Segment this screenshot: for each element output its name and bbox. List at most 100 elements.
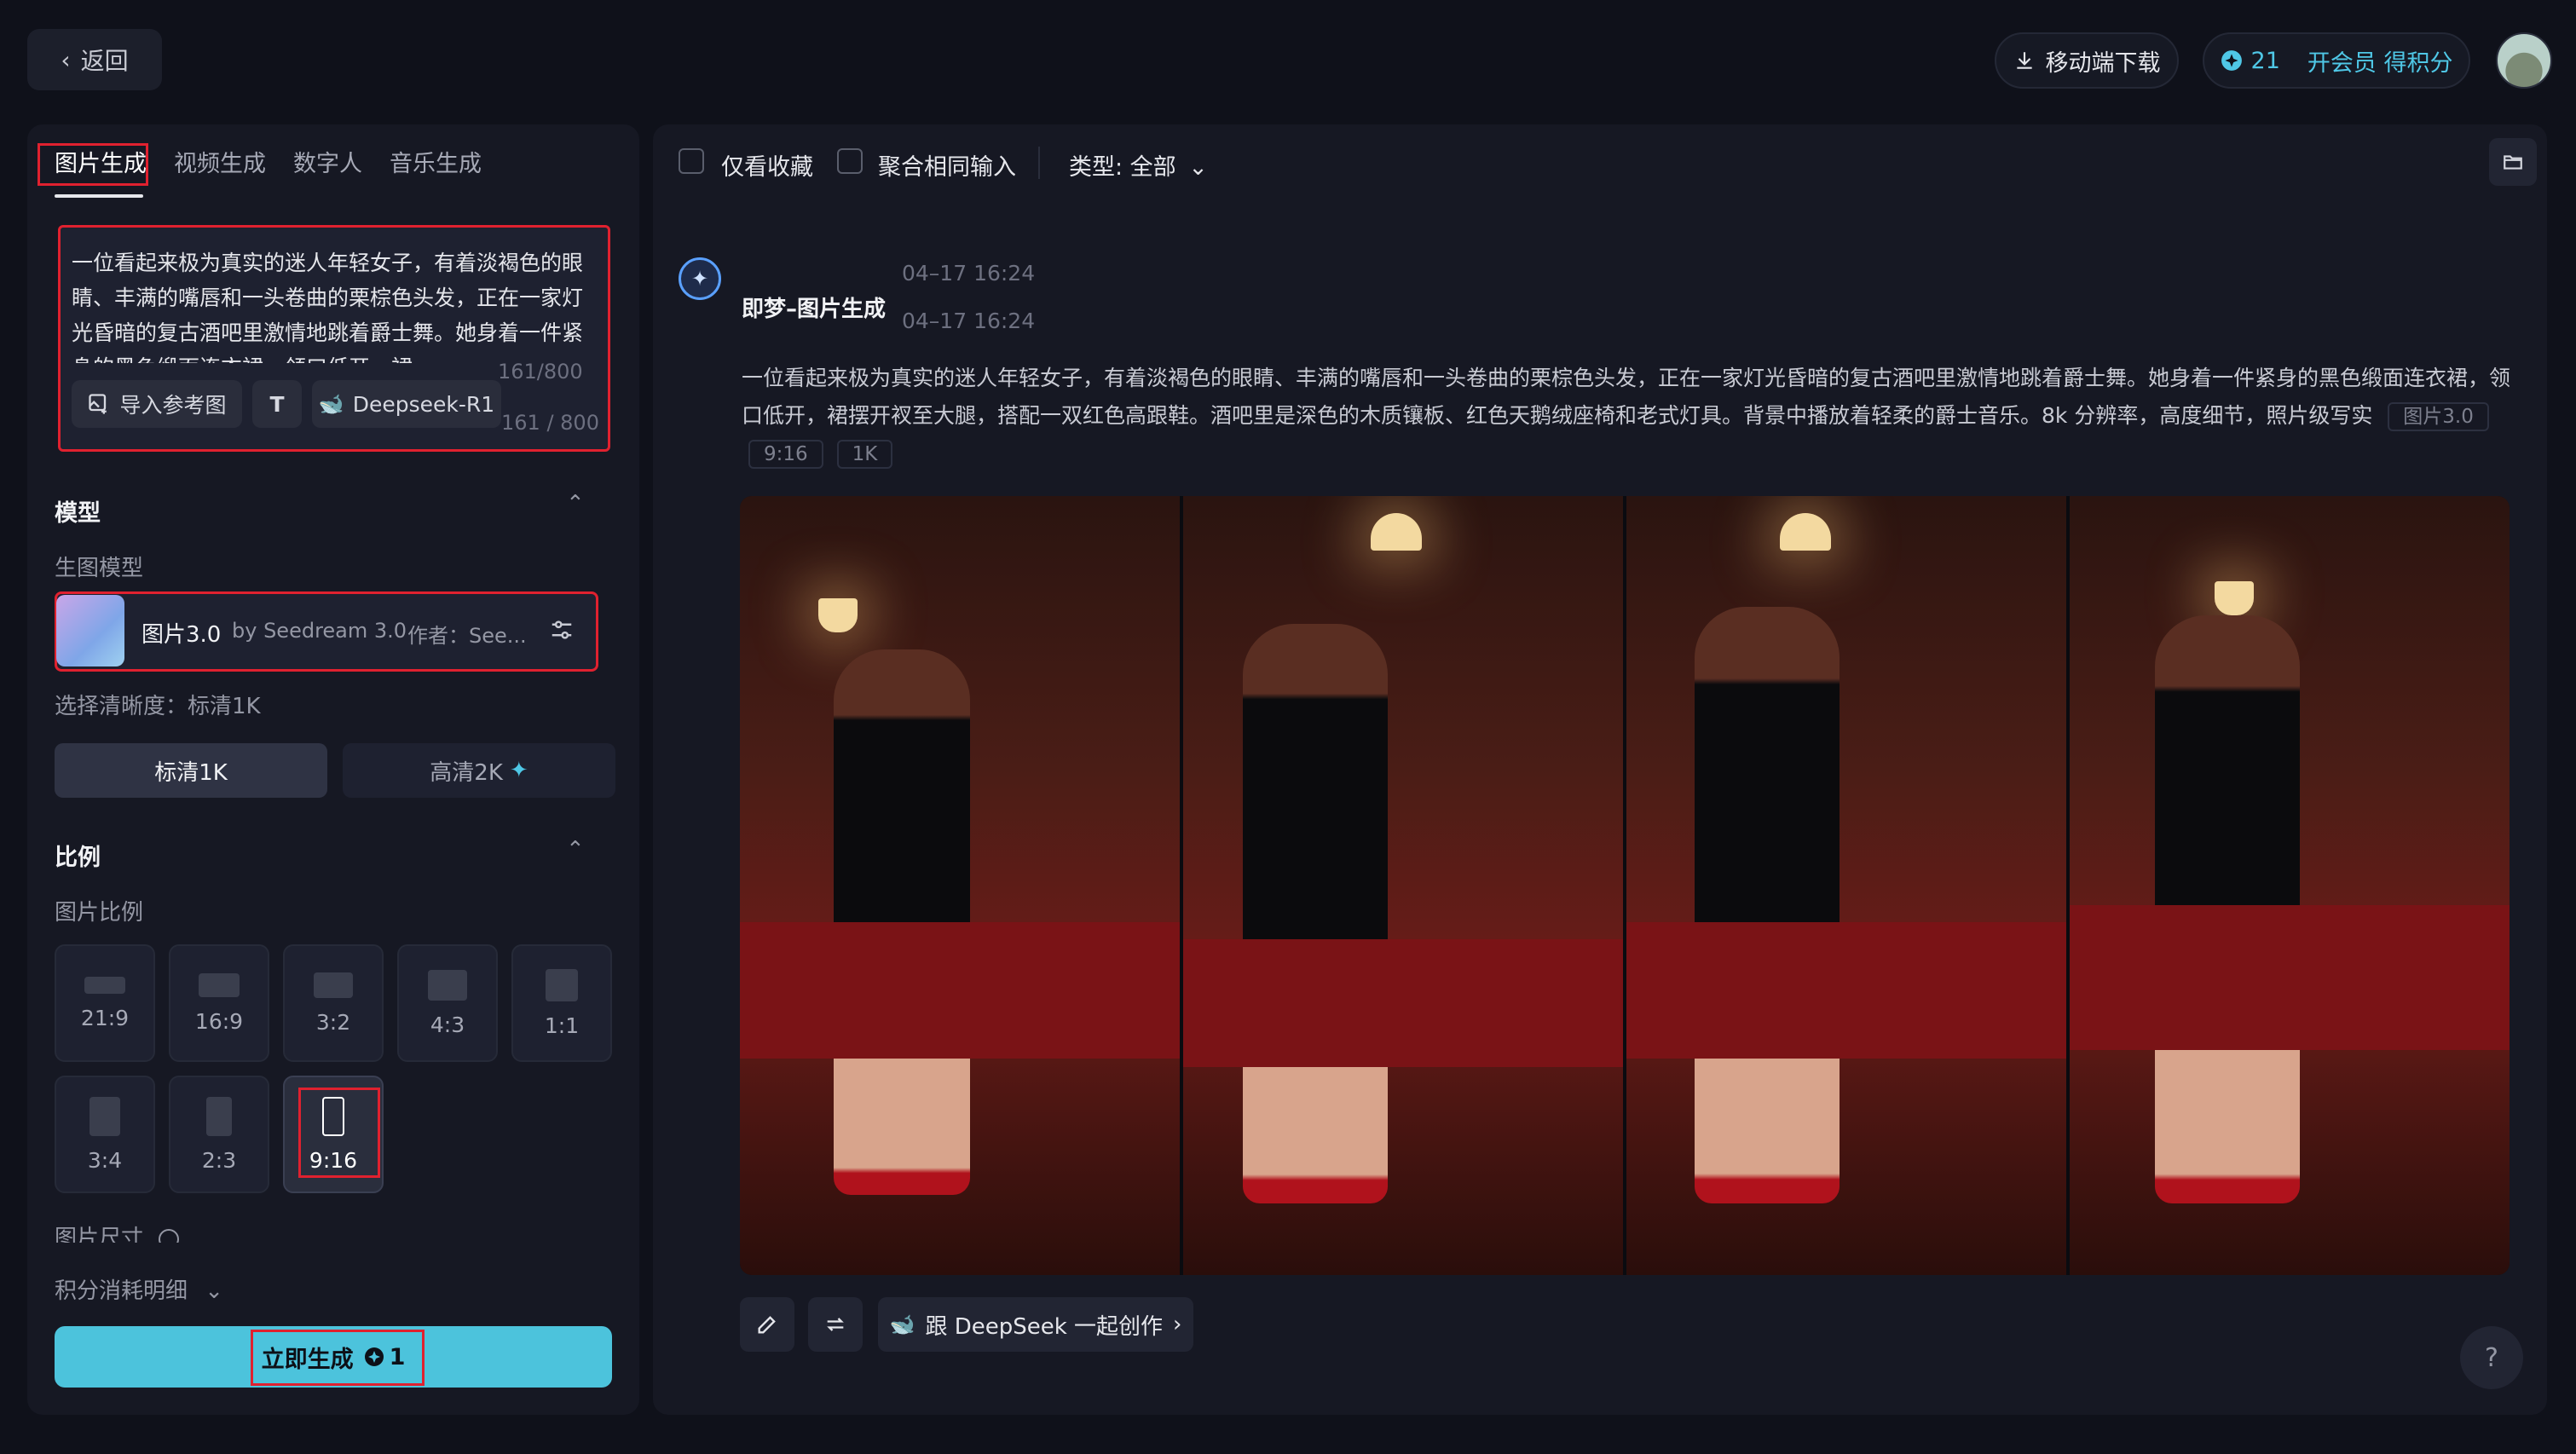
prompt-display: 一位看起来极为真实的迷人年轻女子，有着淡褐色的眼睛、丰满的嘴唇和一头卷曲的栗棕色… (742, 360, 2515, 472)
folder-icon (2504, 155, 2522, 170)
ratio-shape (84, 976, 125, 994)
ratio-2-3[interactable]: 2:3 (169, 1076, 269, 1193)
tag-ratio: 9:16 (748, 440, 823, 469)
ratio-shape (206, 1096, 232, 1136)
chevron-down-icon: ⌄ (205, 1278, 224, 1304)
type-filter-label: 类型: 全部 (1069, 154, 1176, 181)
image-size-label: 图片尺寸 (55, 1220, 180, 1243)
avatar[interactable] (2496, 32, 2552, 89)
red-sofa (740, 922, 1180, 1059)
regenerate-button[interactable] (808, 1297, 863, 1352)
download-icon (2016, 52, 2032, 69)
membership-points-button[interactable]: 21 开会员 得积分 (2203, 32, 2470, 89)
chevron-right-icon: › (1173, 1312, 1182, 1337)
back-label: 返回 (80, 47, 129, 75)
merge-input-checkbox[interactable] (837, 148, 863, 174)
info-icon[interactable] (159, 1228, 180, 1243)
ratio-21-9[interactable]: 21:9 (55, 944, 155, 1062)
help-icon: ? (2485, 1342, 2498, 1373)
generated-image-2[interactable] (1183, 496, 1623, 1275)
type-filter-dropdown[interactable]: 类型: 全部 ⌄ (1069, 148, 1208, 182)
import-reference-button[interactable]: 导入参考图 (72, 380, 242, 428)
resolution-label: 选择清晰度：标清1K (55, 694, 261, 719)
toolbar-divider (1038, 147, 1040, 179)
generated-image-3[interactable] (1626, 496, 2066, 1275)
merge-input-label: 聚合相同输入 (878, 154, 1016, 181)
sparkle-icon: ✦ (509, 758, 528, 783)
tag-model: 图片3.0 (2388, 402, 2489, 431)
ratio-label: 1:1 (544, 1013, 580, 1038)
tab-music-generation[interactable]: 音乐生成 (390, 145, 482, 178)
model-thumbnail (56, 595, 124, 666)
model-by: by Seedream 3.0 (232, 619, 407, 643)
back-button[interactable]: ‹ 返回 (27, 29, 162, 90)
ratio-label: 3:4 (87, 1147, 123, 1173)
char-count-ghost: 161/800 (498, 360, 583, 384)
text-style-button[interactable]: T (252, 380, 302, 428)
model-name: 图片3.0 (142, 622, 222, 648)
ratio-3-4[interactable]: 3:4 (55, 1076, 155, 1193)
deepseek-create-label: 跟 DeepSeek 一起创作 (925, 1313, 1164, 1340)
settings-sliders-icon[interactable] (549, 617, 575, 643)
left-panel: 图片生成 视频生成 数字人 音乐生成 一位看起来极为真实的迷人年轻女子，有着淡褐… (27, 124, 639, 1415)
generated-image-4[interactable] (2070, 496, 2510, 1275)
resolution-1k-button[interactable]: 标清1K (55, 743, 327, 798)
right-panel: 仅看收藏 聚合相同输入 类型: 全部 ⌄ ✦ 即梦–图片生成 04–17 16:… (653, 124, 2547, 1415)
char-count: 161 / 800 (501, 411, 599, 435)
ratio-shape (314, 972, 353, 998)
dancer-silhouette (1243, 624, 1388, 1203)
folder-button[interactable] (2489, 138, 2537, 186)
timestamp-1: 04–17 16:24 (902, 261, 1036, 286)
red-sofa (1183, 939, 1623, 1067)
favorites-only-checkbox[interactable] (679, 148, 704, 174)
ratio-shape (428, 969, 467, 1001)
resolution-1k-label: 标清1K (154, 759, 228, 786)
chevron-up-icon[interactable]: ⌃ (566, 837, 585, 863)
prompt-textarea[interactable]: 一位看起来极为真实的迷人年轻女子，有着淡褐色的眼睛、丰满的嘴唇和一头卷曲的栗棕色… (72, 245, 583, 363)
ratio-label: 16:9 (194, 1008, 244, 1034)
chevron-up-icon[interactable]: ⌃ (566, 491, 585, 516)
tab-digital-human[interactable]: 数字人 (293, 145, 362, 178)
mobile-download-button[interactable]: 移动端下载 (1995, 32, 2179, 89)
whale-icon: 🐋 (318, 392, 344, 416)
ratio-label: 4:3 (430, 1012, 465, 1037)
generated-image-1[interactable] (740, 496, 1180, 1275)
source-name: 即梦–图片生成 (742, 297, 887, 322)
import-reference-label: 导入参考图 (119, 393, 227, 418)
prompt-full-text: 一位看起来极为真实的迷人年轻女子，有着淡褐色的眼睛、丰满的嘴唇和一头卷曲的栗棕色… (742, 366, 2511, 428)
red-sofa (2070, 905, 2510, 1050)
ratio-3-2[interactable]: 3:2 (283, 944, 384, 1062)
ratio-shape (199, 972, 240, 997)
generated-images (740, 496, 2510, 1275)
deepseek-chip-label: Deepseek-R1 (352, 391, 495, 417)
download-label: 移动端下载 (2045, 49, 2161, 77)
ratio-16-9[interactable]: 16:9 (169, 944, 269, 1062)
resolution-2k-label: 高清2K (430, 759, 503, 786)
ratio-section-title: 比例 (55, 845, 101, 871)
text-style-icon: T (269, 391, 285, 417)
points-count: 21 (2250, 47, 2280, 74)
ratio-1-1[interactable]: 1:1 (511, 944, 612, 1062)
ratio-4-3[interactable]: 4:3 (397, 944, 498, 1062)
image-size-text: 图片尺寸 (55, 1226, 144, 1243)
cost-details-label: 积分消耗明细 (55, 1278, 188, 1304)
ratio-label: 2:3 (201, 1147, 237, 1173)
red-sofa (1626, 922, 2066, 1059)
ratio-label: 21:9 (80, 1005, 130, 1030)
chevron-down-icon: ⌄ (1188, 154, 1208, 181)
help-button[interactable]: ? (2460, 1326, 2523, 1389)
active-tab-highlight (38, 143, 148, 186)
ratio-label: 3:2 (315, 1009, 351, 1035)
model-sub-label: 生图模型 (55, 556, 144, 581)
jimeng-logo-icon: ✦ (679, 257, 721, 300)
ratio-sub-label: 图片比例 (55, 900, 144, 926)
tab-video-generation[interactable]: 视频生成 (174, 145, 266, 178)
wall-lamp (818, 598, 858, 632)
dancer-silhouette (1695, 607, 1840, 1203)
deepseek-create-button[interactable]: 🐋 跟 DeepSeek 一起创作 › (878, 1297, 1193, 1352)
edit-button[interactable] (740, 1297, 794, 1352)
cost-details-toggle[interactable]: 积分消耗明细 ⌄ (55, 1273, 223, 1305)
tag-resolution: 1K (836, 440, 893, 469)
deepseek-chip[interactable]: 🐋 Deepseek-R1 (312, 380, 501, 428)
resolution-2k-button[interactable]: 高清2K ✦ (343, 743, 615, 798)
